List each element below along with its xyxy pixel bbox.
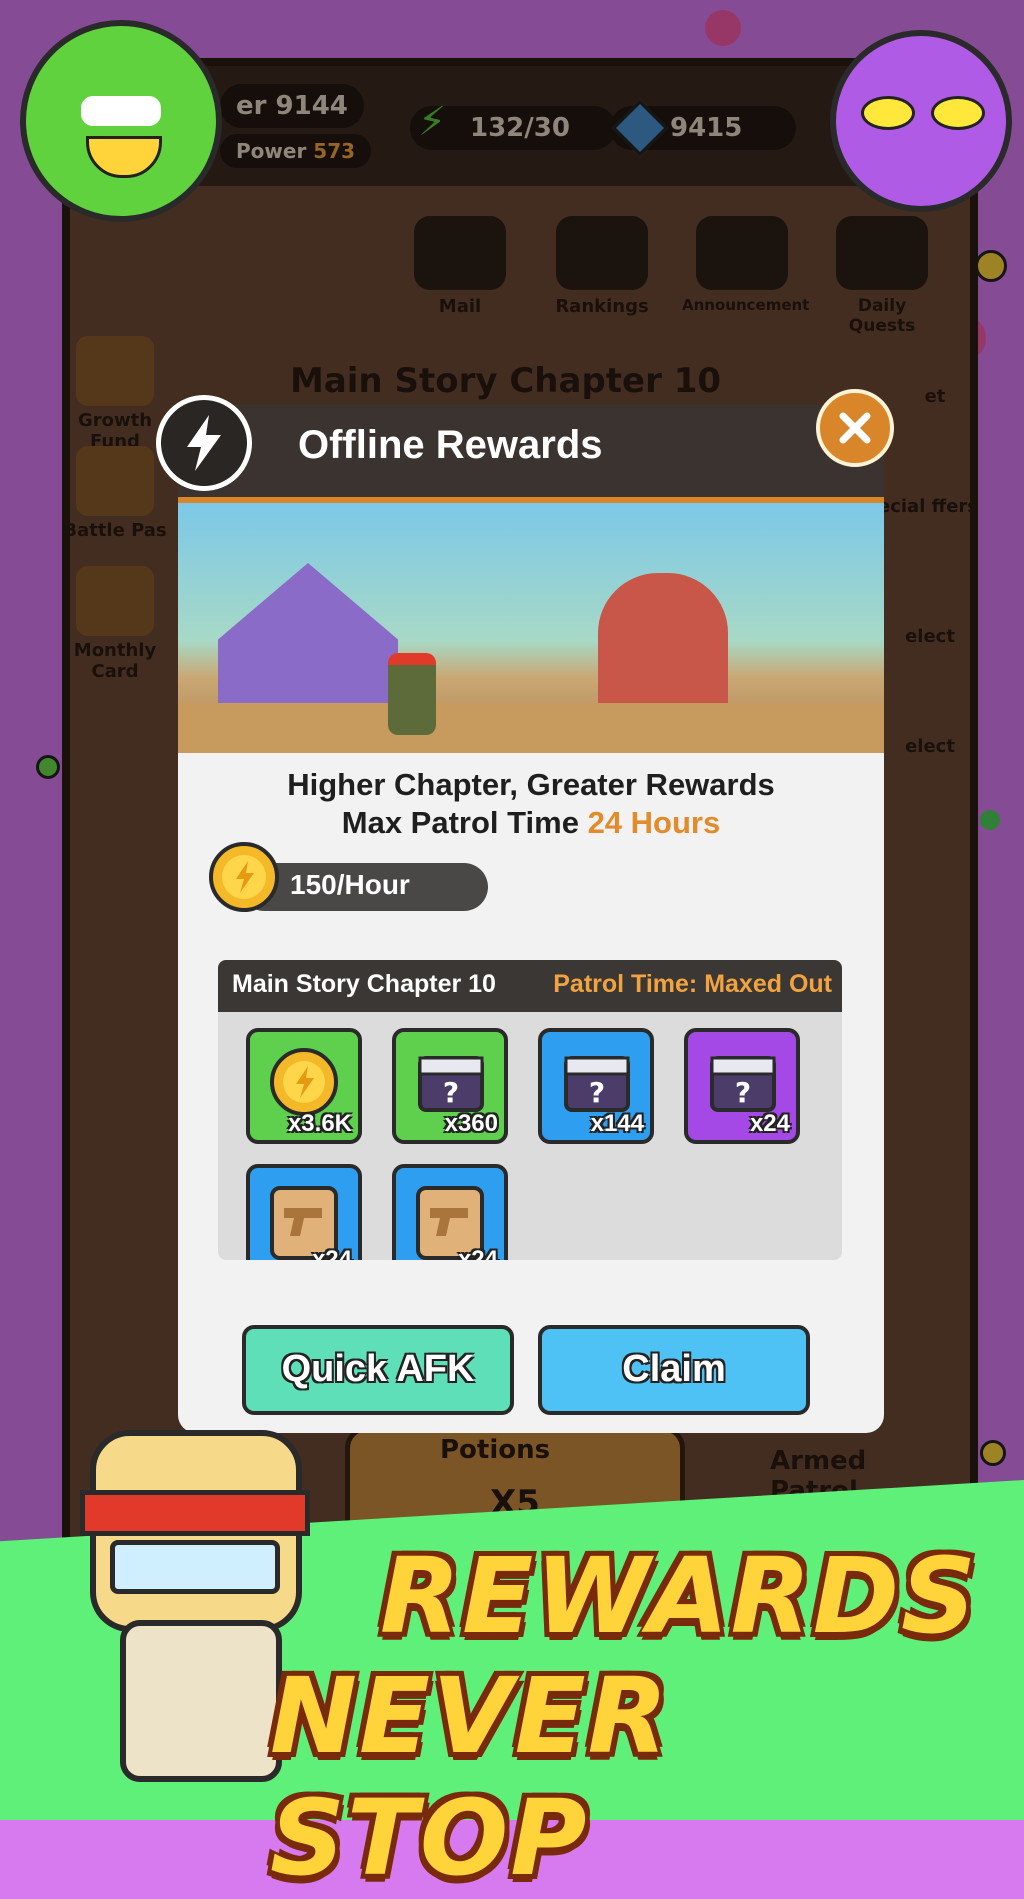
reward-quantity: x360 [444, 1110, 498, 1137]
claim-button[interactable]: Claim [538, 1325, 810, 1415]
close-icon [839, 412, 871, 444]
green-virus-icon [20, 20, 222, 222]
purple-virus-icon [830, 30, 1012, 212]
close-button[interactable] [816, 389, 894, 467]
info-line-2: Max Patrol Time 24 Hours [178, 805, 884, 841]
promo-line-2: NEVER STOP [270, 1655, 670, 1899]
reward-quantity: x3.6K [287, 1110, 352, 1137]
svg-text:?: ? [589, 1076, 605, 1109]
reward-tile[interactable]: x24 [392, 1164, 508, 1260]
reward-tile[interactable]: x24 [246, 1164, 362, 1260]
reward-tile[interactable]: x3.6K [246, 1028, 362, 1144]
patrol-status: Patrol Time: Maxed Out [553, 970, 832, 998]
reward-quantity: x24 [311, 1246, 352, 1260]
rewards-panel: Main Story Chapter 10 Patrol Time: Maxed… [218, 960, 842, 1260]
patrol-scene-image [178, 503, 884, 753]
gold-coin-icon [208, 841, 280, 913]
dialog-title: Offline Rewards [298, 423, 603, 467]
chapter-label: Main Story Chapter 10 [232, 970, 496, 998]
info-line-1: Higher Chapter, Greater Rewards [287, 767, 775, 802]
gold-coin-icon [270, 1048, 338, 1116]
dialog-header: Offline Rewards [178, 405, 884, 503]
gold-rate: 150/Hour [290, 869, 410, 900]
max-patrol-label: Max Patrol Time [341, 805, 588, 840]
svg-text:?: ? [735, 1076, 751, 1109]
reward-tile[interactable]: ? x360 [392, 1028, 508, 1144]
reward-quantity: x24 [457, 1246, 498, 1260]
mystery-chest-icon: ? [418, 1056, 484, 1112]
rewards-header: Main Story Chapter 10 Patrol Time: Maxed… [218, 960, 842, 1012]
lightning-icon [156, 395, 252, 491]
reward-quantity: x24 [749, 1110, 790, 1137]
svg-text:?: ? [443, 1076, 459, 1109]
offline-rewards-dialog: Offline Rewards Higher Chapter, Greater … [156, 389, 894, 1433]
mystery-chest-icon: ? [564, 1056, 630, 1112]
promo-line-1: REWARDS [380, 1535, 978, 1657]
soldier-icon [388, 653, 436, 735]
reward-tile[interactable]: ? x144 [538, 1028, 654, 1144]
quick-afk-button[interactable]: Quick AFK [242, 1325, 514, 1415]
reward-quantity: x144 [590, 1110, 644, 1137]
reward-tile[interactable]: ? x24 [684, 1028, 800, 1144]
max-patrol-value: 24 Hours [587, 805, 721, 840]
mystery-chest-icon: ? [710, 1056, 776, 1112]
